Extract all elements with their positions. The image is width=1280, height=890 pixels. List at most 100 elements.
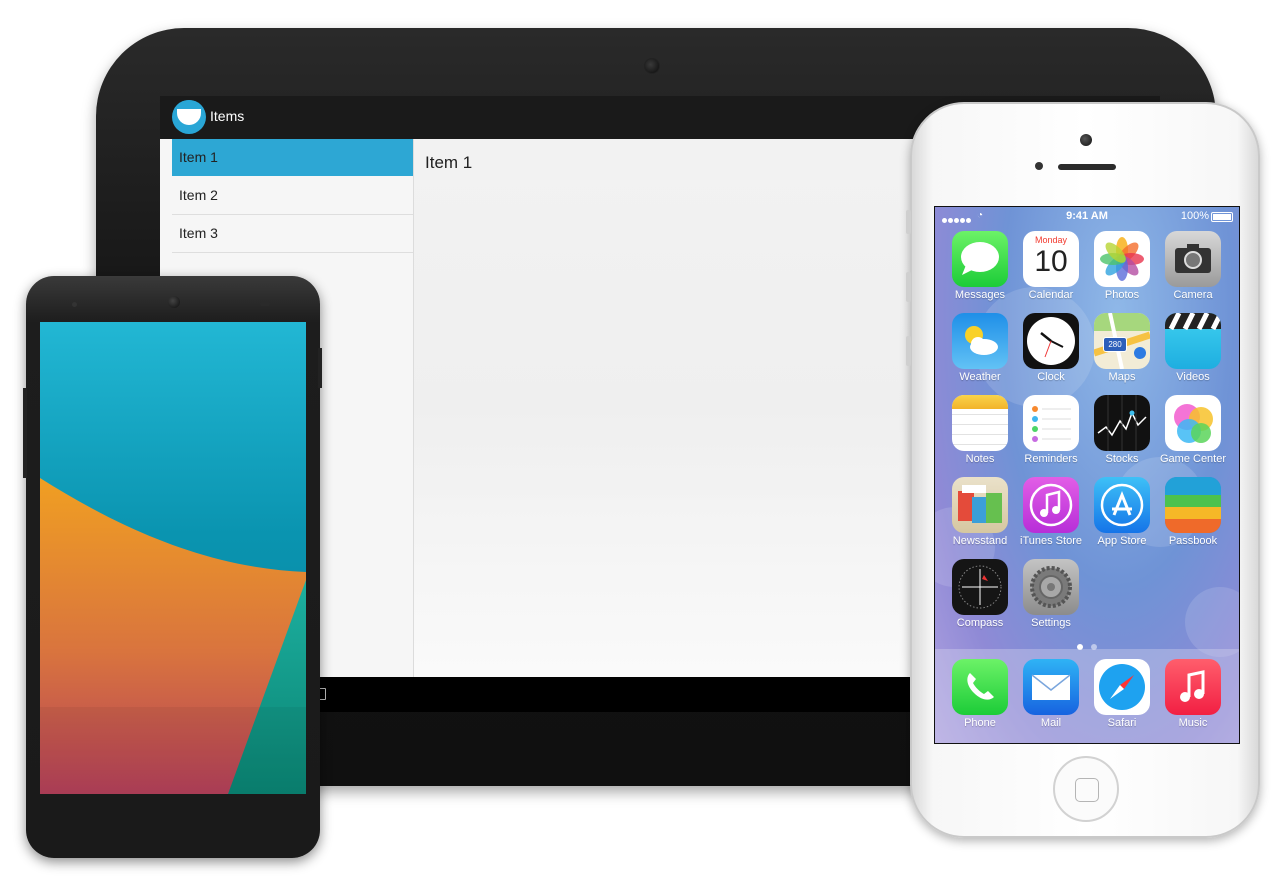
android-screen bbox=[40, 322, 306, 794]
videos-icon bbox=[1165, 313, 1221, 369]
app-label: Calendar bbox=[1028, 289, 1074, 301]
app-label: Reminders bbox=[1024, 453, 1078, 465]
app-phone[interactable]: Phone bbox=[945, 659, 1015, 741]
app-label: Compass bbox=[956, 617, 1004, 629]
app-label: Stocks bbox=[1105, 453, 1139, 465]
dock: Phone Mail Safari Music bbox=[935, 649, 1239, 743]
battery-percentage: 100% bbox=[1180, 210, 1209, 222]
app-label: Videos bbox=[1176, 371, 1210, 383]
app-app-store[interactable]: App Store bbox=[1087, 477, 1157, 559]
list-item-label: Item 3 bbox=[179, 225, 218, 241]
volume-up-button bbox=[906, 272, 911, 302]
notes-icon bbox=[952, 395, 1008, 451]
app-compass[interactable]: Compass bbox=[945, 559, 1015, 641]
music-icon bbox=[1165, 659, 1221, 715]
list-item-2[interactable]: Item 2 bbox=[172, 177, 413, 215]
app-photos[interactable]: Photos bbox=[1087, 231, 1157, 313]
mute-switch bbox=[906, 210, 911, 234]
detail-title: Item 1 bbox=[425, 153, 473, 172]
photos-icon bbox=[1094, 231, 1150, 287]
app-label: Safari bbox=[1107, 717, 1137, 729]
app-clock[interactable]: Clock bbox=[1016, 313, 1086, 395]
app-label: Maps bbox=[1108, 371, 1136, 383]
app-label: iTunes Store bbox=[1020, 535, 1082, 547]
action-bar-title: Items bbox=[210, 108, 245, 124]
itunes-store-icon bbox=[1023, 477, 1079, 533]
app-game-center[interactable]: Game Center bbox=[1158, 395, 1228, 477]
app-label: Photos bbox=[1104, 289, 1140, 301]
mail-icon bbox=[1023, 659, 1079, 715]
iphone-home-screen: ◔ 9:41 AM 100% Messages Monday 10 Calend… bbox=[934, 206, 1240, 744]
maps-icon: 280 bbox=[1094, 313, 1150, 369]
app-label: Camera bbox=[1173, 289, 1213, 301]
app-label: Mail bbox=[1040, 717, 1062, 729]
app-label: Passbook bbox=[1168, 535, 1218, 547]
app-label: Newsstand bbox=[952, 535, 1008, 547]
app-label: Phone bbox=[964, 717, 996, 729]
newsstand-icon bbox=[952, 477, 1008, 533]
app-passbook[interactable]: Passbook bbox=[1158, 477, 1228, 559]
calendar-weekday: Monday bbox=[1034, 235, 1068, 245]
volume-button bbox=[23, 388, 27, 478]
app-settings[interactable]: Settings bbox=[1016, 559, 1086, 641]
volume-down-button bbox=[906, 336, 911, 366]
proximity-sensor bbox=[72, 302, 77, 307]
app-label: App Store bbox=[1097, 535, 1147, 547]
app-safari[interactable]: Safari bbox=[1087, 659, 1157, 741]
app-stocks[interactable]: Stocks bbox=[1087, 395, 1157, 477]
app-notes[interactable]: Notes bbox=[945, 395, 1015, 477]
app-label: Messages bbox=[954, 289, 1006, 301]
calendar-icon: Monday 10 bbox=[1023, 231, 1079, 287]
app-label: Notes bbox=[965, 453, 995, 465]
list-item-label: Item 2 bbox=[179, 187, 218, 203]
clock-icon bbox=[1023, 313, 1079, 369]
iphone: ◔ 9:41 AM 100% Messages Monday 10 Calend… bbox=[906, 102, 1260, 838]
list-item-3[interactable]: Item 3 bbox=[172, 215, 413, 253]
maps-route-shield: 280 bbox=[1103, 337, 1127, 352]
passbook-icon bbox=[1165, 477, 1221, 533]
list-item-label: Item 1 bbox=[179, 149, 218, 165]
app-maps[interactable]: 280 Maps bbox=[1087, 313, 1157, 395]
app-mail[interactable]: Mail bbox=[1016, 659, 1086, 741]
compass-icon bbox=[952, 559, 1008, 615]
tablet-front-camera bbox=[644, 58, 660, 74]
list-item-1[interactable]: Item 1 bbox=[172, 139, 413, 176]
stocks-icon bbox=[1094, 395, 1150, 451]
app-logo-icon[interactable] bbox=[172, 100, 206, 134]
app-music[interactable]: Music bbox=[1158, 659, 1228, 741]
earpiece-icon bbox=[260, 302, 270, 306]
settings-icon bbox=[1023, 559, 1079, 615]
app-newsstand[interactable]: Newsstand bbox=[945, 477, 1015, 559]
phone-front-camera bbox=[168, 296, 180, 308]
home-button[interactable] bbox=[1053, 756, 1119, 822]
app-label: Music bbox=[1178, 717, 1208, 729]
power-button bbox=[318, 348, 322, 388]
android-phone bbox=[23, 276, 322, 858]
weather-icon bbox=[952, 313, 1008, 369]
android-wallpaper bbox=[40, 322, 306, 794]
phone-icon bbox=[952, 659, 1008, 715]
safari-icon bbox=[1094, 659, 1150, 715]
app-reminders[interactable]: Reminders bbox=[1016, 395, 1086, 477]
app-store-icon bbox=[1094, 477, 1150, 533]
app-label: Clock bbox=[1037, 371, 1065, 383]
proximity-sensor bbox=[1035, 162, 1043, 170]
iphone-front-camera bbox=[1080, 134, 1092, 146]
battery-icon bbox=[1211, 212, 1233, 222]
messages-icon bbox=[952, 231, 1008, 287]
app-label: Weather bbox=[959, 371, 1001, 383]
app-label: Settings bbox=[1031, 617, 1071, 629]
game-center-icon bbox=[1165, 395, 1221, 451]
app-camera[interactable]: Camera bbox=[1158, 231, 1228, 313]
app-label: Game Center bbox=[1159, 453, 1227, 465]
app-calendar[interactable]: Monday 10 Calendar bbox=[1016, 231, 1086, 313]
earpiece-speaker bbox=[1058, 164, 1116, 170]
reminders-icon bbox=[1023, 395, 1079, 451]
camera-icon bbox=[1165, 231, 1221, 287]
calendar-day: 10 bbox=[1034, 245, 1068, 278]
app-itunes-store[interactable]: iTunes Store bbox=[1016, 477, 1086, 559]
app-videos[interactable]: Videos bbox=[1158, 313, 1228, 395]
app-messages[interactable]: Messages bbox=[945, 231, 1015, 313]
status-bar: ◔ 9:41 AM 100% bbox=[935, 207, 1239, 225]
app-weather[interactable]: Weather bbox=[945, 313, 1015, 395]
